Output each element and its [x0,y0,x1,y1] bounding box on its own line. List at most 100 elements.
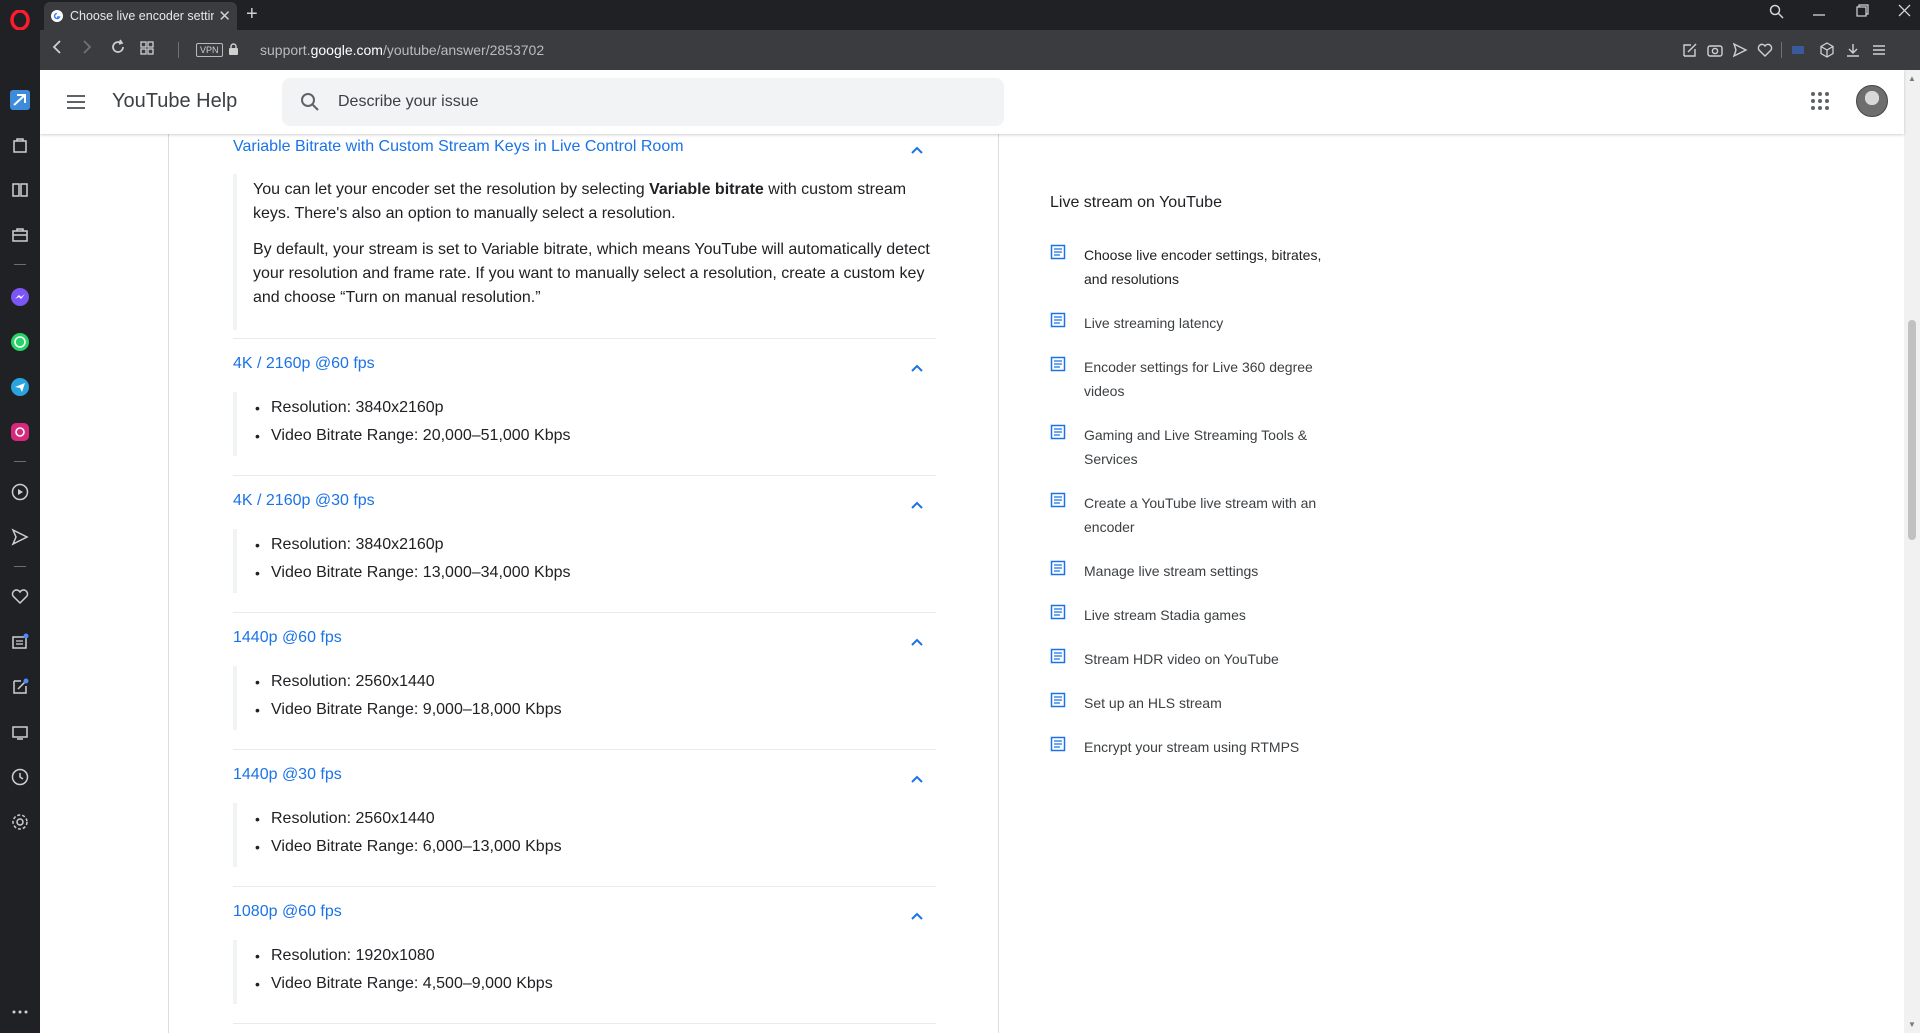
article-icon [1050,692,1066,708]
article-icon [1050,604,1066,620]
reload-icon[interactable] [110,39,126,60]
related-title: Live stream on YouTube [1050,194,1222,211]
web-page: YouTube Help Variable Bitrate with Custo… [40,70,1920,1033]
tabs-icon[interactable] [8,720,32,744]
list-item: Resolution: 1920x1080 [253,942,936,970]
chevron-up-icon[interactable] [909,634,925,650]
page-scrollbar[interactable]: ▲ ▼ [1904,70,1920,1033]
related-articles: Live stream on YouTube Choose live encod… [1050,194,1322,755]
tab-search-icon[interactable] [1769,4,1784,23]
new-tab-icon[interactable]: + [246,3,258,26]
extension-icon[interactable] [1790,42,1806,58]
accordion-title-1440-30[interactable]: 1440p @30 fps [233,766,342,784]
search-icon[interactable] [298,90,322,119]
whatsapp-icon[interactable] [8,330,32,354]
paragraph: By default, your stream is set to Variab… [253,241,930,306]
bookmark-heart-icon[interactable] [1757,42,1773,58]
google-favicon-icon [51,10,63,22]
lock-icon[interactable] [228,43,239,61]
extensions-cube-icon[interactable] [1819,42,1835,58]
accordion-title-4k-60[interactable]: 4K / 2160p @60 fps [233,355,375,373]
snapshot-camera-icon[interactable] [1707,42,1723,58]
accordion-body: Resolution: 2560x1440 Video Bitrate Rang… [233,803,936,867]
search-box[interactable] [282,78,1004,126]
restore-icon[interactable] [1856,4,1869,21]
vpn-badge[interactable]: VPN [196,43,223,57]
hamburger-menu-icon[interactable] [64,90,88,114]
search-input[interactable] [338,78,978,126]
site-title[interactable]: YouTube Help [112,90,237,113]
easy-setup-icon[interactable] [1682,42,1698,58]
history-clock-icon[interactable] [8,765,32,789]
minimize-icon[interactable] [1813,4,1825,23]
list-item: Resolution: 3840x2160p [253,394,936,422]
accordion-title-1440-60[interactable]: 1440p @60 fps [233,629,342,647]
tab-close-icon[interactable]: ✕ [218,7,231,25]
shopping-bag-icon[interactable] [8,133,32,157]
player-icon[interactable] [8,480,32,504]
send-icon[interactable] [8,525,32,549]
accordion-body: Resolution: 3840x2160p Video Bitrate Ran… [233,392,936,456]
tab-strip: Choose live encoder settings, bitrates, … [40,0,1920,30]
list-item: Resolution: 2560x1440 [253,668,936,696]
heart-icon[interactable] [8,585,32,609]
chevron-up-icon[interactable] [909,142,925,158]
back-icon[interactable] [50,39,64,60]
speed-dial-grid-icon[interactable] [140,39,154,60]
aria-icon[interactable] [8,88,32,112]
help-header: YouTube Help [40,70,1904,134]
news-icon[interactable] [8,630,32,654]
settings-gear-icon[interactable] [8,810,32,834]
article-icon [1050,648,1066,664]
more-dots-icon[interactable] [8,1000,32,1024]
article-icon [1050,424,1066,440]
accordion-title-variable-bitrate[interactable]: Variable Bitrate with Custom Stream Keys… [233,138,684,156]
opera-logo-icon[interactable] [8,8,32,32]
article-icon [1050,492,1066,508]
article-icon [1050,736,1066,752]
paragraph: You can let your encoder set the resolut… [253,181,907,222]
easy-setup-menu-icon[interactable] [1871,42,1887,58]
account-avatar[interactable] [1856,85,1888,117]
list-item: Video Bitrate Range: 13,000–34,000 Kbps [253,559,936,587]
list-item: Video Bitrate Range: 4,500–9,000 Kbps [253,970,936,998]
instagram-icon[interactable] [8,420,32,444]
telegram-icon[interactable] [8,375,32,399]
google-apps-icon[interactable] [1810,91,1830,116]
list-item: Video Bitrate Range: 6,000–13,000 Kbps [253,833,936,861]
list-item: Video Bitrate Range: 20,000–51,000 Kbps [253,422,936,450]
article-icon [1050,244,1066,260]
accordion-body: Resolution: 3840x2160p Video Bitrate Ran… [233,529,936,593]
scroll-thumb[interactable] [1908,320,1916,540]
article-icon [1050,560,1066,576]
chevron-up-icon[interactable] [909,360,925,376]
tab-title: Choose live encoder settings, bitrates, … [70,9,215,23]
scroll-down-arrow-icon[interactable]: ▼ [1908,1020,1916,1029]
download-icon[interactable] [1845,42,1861,58]
list-item: Resolution: 2560x1440 [253,805,936,833]
chevron-up-icon[interactable] [909,908,925,924]
accordion-title-1080-60[interactable]: 1080p @60 fps [233,903,342,921]
edit-note-icon[interactable] [8,675,32,699]
accordion-body: Resolution: 1920x1080 Video Bitrate Rang… [233,940,936,1004]
messenger-icon[interactable] [8,285,32,309]
browser-sidebar [0,0,40,1033]
briefcase-icon[interactable] [8,223,32,247]
article-icon [1050,356,1066,372]
list-item: Video Bitrate Range: 9,000–18,000 Kbps [253,696,936,724]
accordion-body: You can let your encoder set the resolut… [233,174,936,330]
article-body: Variable Bitrate with Custom Stream Keys… [168,70,999,1033]
book-icon[interactable] [8,178,32,202]
chevron-up-icon[interactable] [909,497,925,513]
flow-send-icon[interactable] [1732,42,1748,58]
scroll-up-arrow-icon[interactable]: ▲ [1908,74,1916,83]
browser-tab[interactable]: Choose live encoder settings, bitrates, … [44,2,237,30]
accordion-title-4k-30[interactable]: 4K / 2160p @30 fps [233,492,375,510]
article-icon [1050,312,1066,328]
chevron-up-icon[interactable] [909,771,925,787]
forward-icon[interactable] [80,39,94,60]
url-field[interactable]: support.google.com/youtube/answer/285370… [260,42,544,58]
address-bar: VPN support.google.com/youtube/answer/28… [40,30,1920,70]
list-item: Resolution: 3840x2160p [253,531,936,559]
close-window-icon[interactable] [1898,4,1911,21]
